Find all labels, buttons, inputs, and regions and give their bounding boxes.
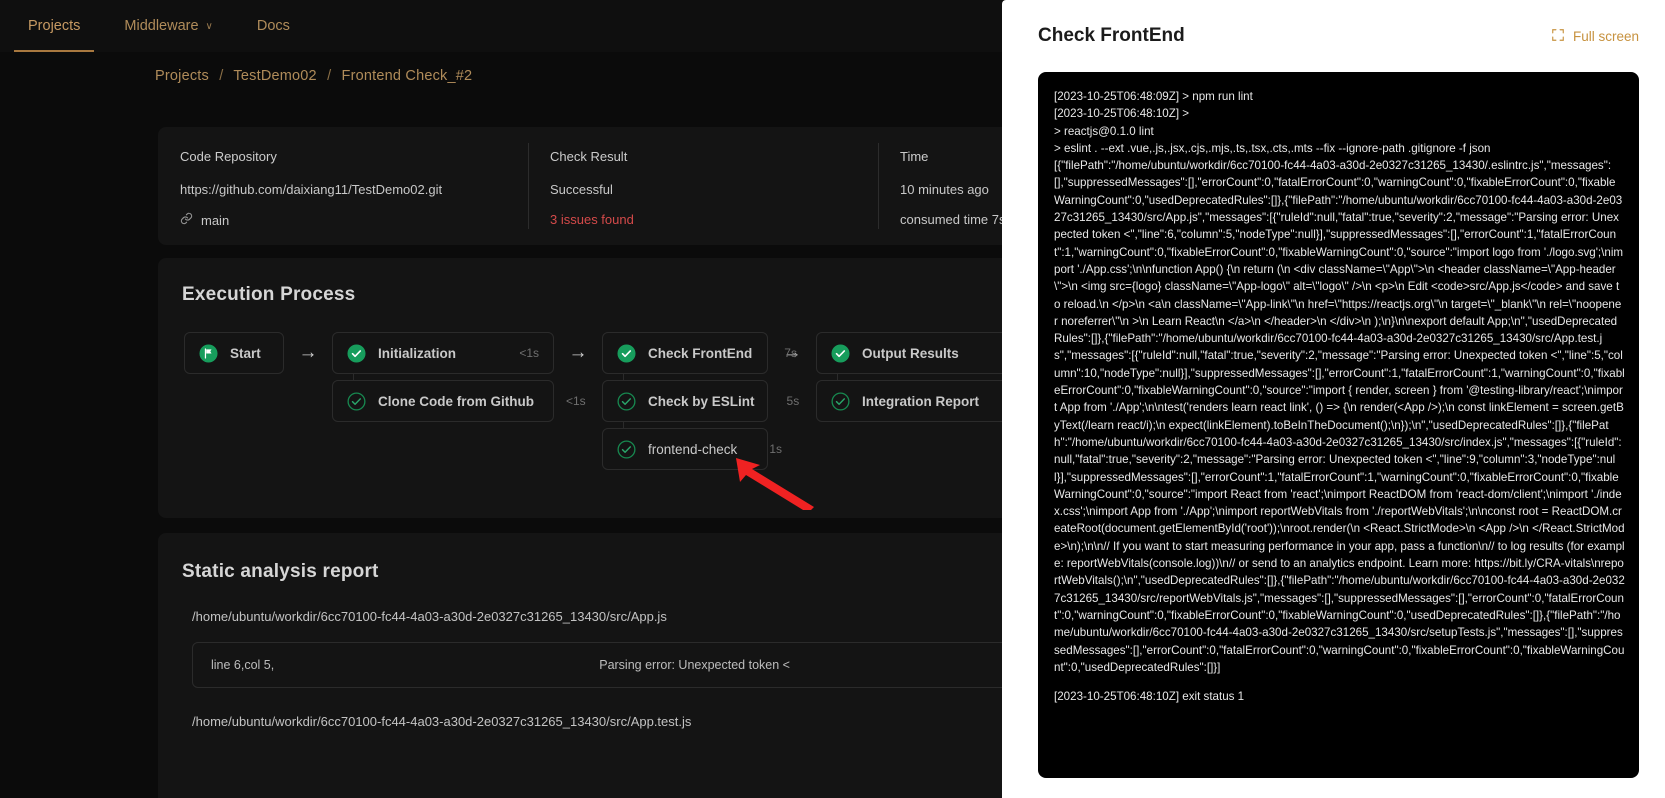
check-result-label: Check Result <box>550 149 628 164</box>
pipeline-node-initialization[interactable]: Initialization <1s <box>332 332 554 374</box>
check-circle-icon <box>347 391 366 411</box>
full-screen-label: Full screen <box>1572 28 1639 44</box>
nav-item-label: Docs <box>256 18 290 34</box>
pipeline-node-label: Clone Code from Github <box>378 393 534 409</box>
pipeline-node-duration: <1s <box>519 346 539 360</box>
pipeline-node-clone-code[interactable]: Clone Code from Github <1s <box>332 380 586 422</box>
breadcrumb-separator: / <box>219 68 224 84</box>
pipeline-node-label: Initialization <box>378 345 457 361</box>
pipeline-node-label: Output Results <box>862 345 959 361</box>
pipeline-node-duration: 5s <box>786 394 800 408</box>
flag-icon <box>199 343 218 363</box>
pipeline-node-duration: 7s <box>784 346 797 360</box>
pipeline-node-duration: 1s <box>769 442 782 456</box>
check-circle-icon <box>617 391 636 411</box>
branch-link-icon <box>180 212 193 228</box>
issue-message: Parsing error: Unexpected token < <box>599 658 790 672</box>
log-line: [2023-10-25T06:48:10Z] > <box>1054 107 1190 121</box>
issue-location: line 6,col 5, <box>211 658 275 672</box>
breadcrumb: Projects / TestDemo02 / Frontend Check_#… <box>155 68 472 84</box>
check-circle-icon <box>617 343 636 363</box>
pipeline-node-start[interactable]: Start <box>184 332 284 374</box>
report-issue-row[interactable]: line 6,col 5, Parsing error: Unexpected … <box>192 642 1132 688</box>
full-screen-button[interactable]: Full screen <box>1551 28 1639 45</box>
log-output-pane[interactable]: [2023-10-25T06:48:09Z] > npm run lint [2… <box>1038 72 1639 778</box>
log-json-body: [{"filePath":"/home/ubuntu/workdir/6cc70… <box>1054 159 1625 674</box>
branch-row: main <box>180 212 528 228</box>
code-repository-url[interactable]: https://github.com/daixiang11/TestDemo02… <box>180 182 528 197</box>
pipeline-node-label: frontend-check <box>648 441 738 457</box>
pipeline-arrow-2: → <box>568 342 588 363</box>
check-circle-icon <box>831 343 850 363</box>
pipeline-stage-initialization: Initialization <1s Clone Code from Githu… <box>332 332 586 428</box>
pipeline-node-label: Check by ESLint <box>648 393 755 409</box>
drawer-header: Check FrontEnd Full screen <box>1002 0 1665 72</box>
nav-item-label: Middleware <box>124 18 199 34</box>
log-line: > reactjs@0.1.0 lint <box>1054 124 1154 138</box>
pipeline-node-check-by-eslint[interactable]: Check by ESLint 5s <box>602 380 799 422</box>
pipeline-stage-start: Start <box>184 332 284 380</box>
pipeline-node-label: Check FrontEnd <box>648 345 753 361</box>
breadcrumb-item-projects[interactable]: Projects <box>155 68 209 84</box>
check-result-column: Check Result Successful 3 issues found <box>528 127 878 245</box>
expand-icon <box>1551 28 1565 45</box>
page-root: Projects Middleware ∨ Docs Projects / Te… <box>0 0 1665 798</box>
check-result-status: Successful <box>550 182 613 197</box>
breadcrumb-item-current: Frontend Check_#2 <box>341 68 473 84</box>
pipeline-stage-output-results: Output Results Integration Report <box>816 332 1016 428</box>
log-line: [2023-10-25T06:48:09Z] > npm run lint <box>1054 90 1253 103</box>
branch-name: main <box>201 212 230 228</box>
nav-item-middleware[interactable]: Middleware ∨ <box>102 0 234 52</box>
nav-item-docs[interactable]: Docs <box>235 0 312 52</box>
check-result-issues[interactable]: 3 issues found <box>550 212 878 227</box>
drawer-title: Check FrontEnd <box>1038 25 1185 46</box>
log-spacer <box>1054 676 1625 688</box>
chevron-down-icon: ∨ <box>205 20 213 32</box>
pipeline-node-integration-report[interactable]: Integration Report <box>816 380 1016 422</box>
code-repository-label: Code Repository <box>180 149 277 164</box>
log-exit-status-line: [2023-10-25T06:48:10Z] exit status 1 <box>1054 690 1245 704</box>
top-navigation: Projects Middleware ∨ Docs <box>0 0 1010 52</box>
check-circle-icon <box>347 343 366 363</box>
pipeline-node-label: Start <box>230 345 261 361</box>
pipeline-node-frontend-check[interactable]: frontend-check 1s <box>602 428 782 470</box>
log-line: > eslint . --ext .vue,.js,.jsx,.cjs,.mjs… <box>1054 141 1491 155</box>
pipeline-node-check-frontend[interactable]: Check FrontEnd 7s <box>602 332 797 374</box>
code-repository-column: Code Repository https://github.com/daixi… <box>158 127 528 245</box>
log-drawer: Check FrontEnd Full screen [2023-10-25T0… <box>1002 0 1665 798</box>
pipeline-node-duration: <1s <box>566 394 586 408</box>
breadcrumb-item-project[interactable]: TestDemo02 <box>233 68 316 84</box>
pipeline-node-label: Integration Report <box>862 393 979 409</box>
nav-item-projects[interactable]: Projects <box>6 0 102 52</box>
pipeline-node-output-results[interactable]: Output Results <box>816 332 1016 374</box>
breadcrumb-separator: / <box>327 68 332 84</box>
nav-item-label: Projects <box>28 18 81 34</box>
check-circle-icon <box>831 391 850 411</box>
pipeline-stage-check-frontend: Check FrontEnd 7s Check by ESLint 5s fro… <box>602 332 799 476</box>
check-circle-icon <box>617 439 636 459</box>
pipeline-arrow-1: → <box>298 342 318 363</box>
